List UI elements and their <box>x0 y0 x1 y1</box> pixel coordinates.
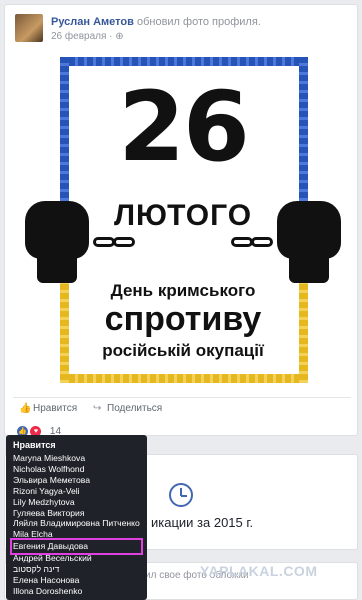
wrist-left-icon <box>37 251 77 283</box>
like-button[interactable]: 👍 Нравится <box>19 403 77 414</box>
liker-name[interactable]: Эльвира Меметова <box>13 475 140 486</box>
frame-yellow-bottom <box>60 374 308 383</box>
chain-link-icon <box>113 237 135 247</box>
liker-name[interactable]: Андрей Весельский <box>13 553 140 564</box>
liker-name[interactable]: Maryna Mieshkova <box>13 453 140 464</box>
poster-month: ЛЮТОГО <box>113 199 253 232</box>
post-date[interactable]: 26 февраля <box>51 31 106 42</box>
liker-name[interactable]: Ляйля Владимировна Питченко <box>13 518 140 529</box>
facebook-feed: Руслан Аметов обновил фото профиля. 26 ф… <box>0 0 362 600</box>
share-arrow-icon: ↪ <box>93 403 102 414</box>
liker-name-highlighted[interactable]: Евгения Давыдова <box>10 538 143 556</box>
clock-icon <box>169 483 193 507</box>
likers-list: Maryna Mieshkova Nicholas Wolfhond Эльви… <box>10 453 143 597</box>
memories-text[interactable]: икации за 2015 г. <box>151 515 253 530</box>
thumbs-up-icon: 👍 <box>19 403 32 414</box>
liker-name[interactable]: Lily Medzhytova <box>13 497 140 508</box>
liker-name[interactable]: Mila Elcha <box>13 529 140 540</box>
share-button[interactable]: ↪ Поделиться <box>93 403 162 414</box>
liker-name[interactable]: Nicholas Wolfhond <box>13 464 140 475</box>
post-action: обновил фото профиля. <box>136 16 261 28</box>
watermark: YAPLAKAL.COM <box>200 563 318 579</box>
chain-link-icon <box>251 237 273 247</box>
tooltip-title: Нравится <box>13 440 56 450</box>
meta-separator: · <box>109 31 113 42</box>
liker-name[interactable]: Illona Doroshenko <box>13 586 140 597</box>
wrist-right-icon <box>289 251 329 283</box>
frame-blue-top <box>60 57 308 66</box>
avatar[interactable] <box>15 14 43 42</box>
liker-name[interactable]: Rizoni Yagya-Veli <box>13 486 140 497</box>
share-label: Поделиться <box>107 403 163 414</box>
like-label: Нравится <box>33 403 78 414</box>
liker-name[interactable]: Елена Насонова <box>13 575 140 586</box>
author-name[interactable]: Руслан Аметов <box>51 16 134 28</box>
chain-link-icon <box>93 237 115 247</box>
globe-icon: ⊕ <box>115 31 124 42</box>
poster-line2: спротиву <box>104 300 262 338</box>
poster-line3: російській окупації <box>102 341 264 360</box>
poster-number: 26 <box>118 71 250 183</box>
chain-link-icon <box>231 237 253 247</box>
liker-name[interactable]: דינה לקסטוב <box>13 564 140 575</box>
poster-line1: День кримського <box>110 281 256 300</box>
post-meta: 26 февраля · ⊕ <box>51 31 124 42</box>
post-actions: 👍 Нравится ↪ Поделиться <box>13 397 351 417</box>
profile-photo[interactable]: 26 ЛЮТОГО День кримського спротиву росій… <box>13 51 353 389</box>
post-header: Руслан Аметов обновил фото профиля. <box>51 16 261 28</box>
post-card: Руслан Аметов обновил фото профиля. 26 ф… <box>4 4 358 438</box>
likes-tooltip: Нравится Maryna Mieshkova Nicholas Wolfh… <box>6 435 147 600</box>
liker-name[interactable]: Гуляева Виктория <box>13 508 140 519</box>
